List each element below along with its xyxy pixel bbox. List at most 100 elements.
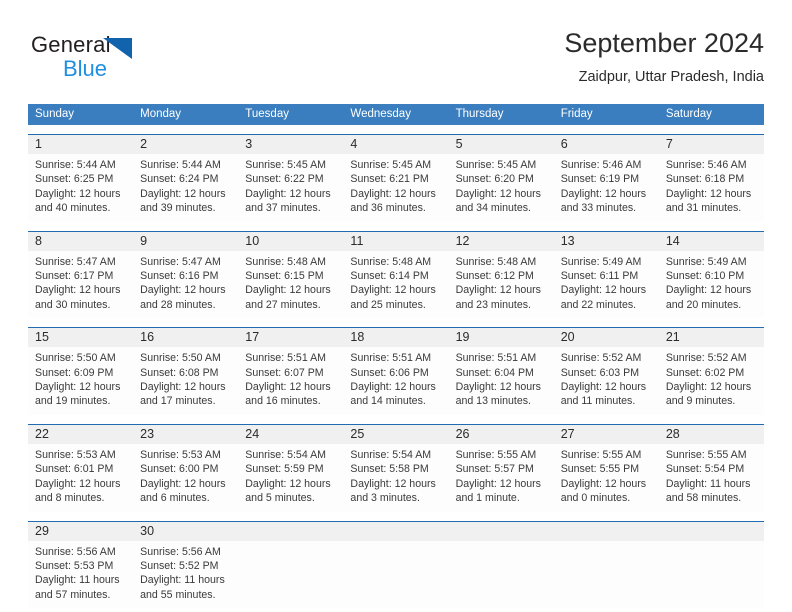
day-number[interactable]: 22 (28, 425, 133, 444)
day-cell[interactable]: Sunrise: 5:56 AM Sunset: 5:53 PM Dayligh… (28, 541, 133, 609)
day-number[interactable]: 20 (554, 328, 659, 347)
daylight-text-line2: and 9 minutes. (665, 395, 736, 408)
sunset-text: Sunset: 5:55 PM (560, 463, 640, 476)
day-cell[interactable]: Sunrise: 5:55 AM Sunset: 5:55 PM Dayligh… (554, 444, 659, 512)
day-number[interactable]: 24 (238, 425, 343, 444)
day-cell[interactable]: Sunrise: 5:55 AM Sunset: 5:54 PM Dayligh… (659, 444, 764, 512)
day-number[interactable]: 30 (133, 522, 238, 541)
daylight-text-line1: Daylight: 12 hours (665, 381, 752, 394)
day-number[interactable]: 12 (449, 232, 554, 251)
general-blue-logo: General Blue (31, 32, 181, 88)
day-number[interactable]: 21 (659, 328, 764, 347)
day-cell[interactable]: Sunrise: 5:50 AM Sunset: 6:08 PM Dayligh… (133, 347, 238, 415)
daylight-text-line1: Daylight: 12 hours (245, 477, 331, 490)
day-number[interactable]: 29 (28, 522, 133, 541)
day-cell[interactable]: Sunrise: 5:51 AM Sunset: 6:04 PM Dayligh… (449, 347, 554, 415)
sunset-text: Sunset: 6:22 PM (245, 173, 324, 186)
day-number[interactable]: 7 (659, 135, 764, 154)
sunset-text: Sunset: 6:10 PM (665, 270, 745, 283)
daylight-text-line2: and 14 minutes. (350, 395, 426, 408)
daylight-text-line2: and 5 minutes. (245, 492, 315, 505)
logo-text-general: General (31, 32, 111, 57)
day-cell[interactable]: Sunrise: 5:54 AM Sunset: 5:59 PM Dayligh… (238, 444, 343, 512)
week-row: 29 30 Sunrise: 5:56 AM Sunset: 5:53 PM D… (28, 520, 764, 609)
day-cell[interactable]: Sunrise: 5:54 AM Sunset: 5:58 PM Dayligh… (343, 444, 448, 512)
day-cell[interactable]: Sunrise: 5:48 AM Sunset: 6:12 PM Dayligh… (449, 251, 554, 319)
day-cell[interactable]: Sunrise: 5:44 AM Sunset: 6:24 PM Dayligh… (133, 154, 238, 222)
day-number[interactable]: 25 (343, 425, 448, 444)
day-cell[interactable]: Sunrise: 5:51 AM Sunset: 6:07 PM Dayligh… (238, 347, 343, 415)
day-cell[interactable]: Sunrise: 5:50 AM Sunset: 6:09 PM Dayligh… (28, 347, 133, 415)
sunrise-text: Sunrise: 5:47 AM (140, 255, 221, 268)
daylight-text-line1: Daylight: 12 hours (140, 284, 226, 297)
daylight-text-line2: and 28 minutes. (140, 298, 216, 311)
day-cell[interactable]: Sunrise: 5:52 AM Sunset: 6:03 PM Dayligh… (554, 347, 659, 415)
day-number[interactable]: 6 (554, 135, 659, 154)
day-cell[interactable]: Sunrise: 5:49 AM Sunset: 6:10 PM Dayligh… (659, 251, 764, 319)
sunset-text: Sunset: 5:58 PM (350, 463, 429, 476)
day-number[interactable]: 8 (28, 232, 133, 251)
day-number-empty (659, 522, 764, 541)
day-number[interactable]: 4 (343, 135, 448, 154)
day-number[interactable]: 14 (659, 232, 764, 251)
sunset-text: Sunset: 6:17 PM (35, 270, 114, 283)
day-number[interactable]: 13 (554, 232, 659, 251)
sunrise-text: Sunrise: 5:50 AM (140, 352, 221, 365)
day-cell[interactable]: Sunrise: 5:45 AM Sunset: 6:20 PM Dayligh… (449, 154, 554, 222)
day-cell[interactable]: Sunrise: 5:48 AM Sunset: 6:15 PM Dayligh… (238, 251, 343, 319)
day-number[interactable]: 2 (133, 135, 238, 154)
sunset-text: Sunset: 5:59 PM (245, 463, 324, 476)
sunset-text: Sunset: 6:01 PM (35, 463, 114, 476)
day-cell[interactable]: Sunrise: 5:44 AM Sunset: 6:25 PM Dayligh… (28, 154, 133, 222)
sunset-text: Sunset: 6:20 PM (455, 173, 534, 186)
day-number[interactable]: 26 (449, 425, 554, 444)
daylight-text-line2: and 58 minutes. (665, 492, 742, 505)
day-cell[interactable]: Sunrise: 5:48 AM Sunset: 6:14 PM Dayligh… (343, 251, 448, 319)
day-cell[interactable]: Sunrise: 5:46 AM Sunset: 6:18 PM Dayligh… (659, 154, 764, 222)
day-cell[interactable]: Sunrise: 5:53 AM Sunset: 6:00 PM Dayligh… (133, 444, 238, 512)
day-number-empty (343, 522, 448, 541)
day-cell[interactable]: Sunrise: 5:49 AM Sunset: 6:11 PM Dayligh… (554, 251, 659, 319)
day-number[interactable]: 9 (133, 232, 238, 251)
day-number[interactable]: 1 (28, 135, 133, 154)
day-cell[interactable]: Sunrise: 5:55 AM Sunset: 5:57 PM Dayligh… (449, 444, 554, 512)
day-cell[interactable]: Sunrise: 5:47 AM Sunset: 6:17 PM Dayligh… (28, 251, 133, 319)
sunset-text: Sunset: 5:57 PM (455, 463, 534, 476)
day-cell[interactable]: Sunrise: 5:53 AM Sunset: 6:01 PM Dayligh… (28, 444, 133, 512)
day-cell[interactable]: Sunrise: 5:56 AM Sunset: 5:52 PM Dayligh… (133, 541, 238, 609)
day-number[interactable]: 11 (343, 232, 448, 251)
day-number[interactable]: 27 (554, 425, 659, 444)
day-number[interactable]: 28 (659, 425, 764, 444)
day-cell[interactable]: Sunrise: 5:52 AM Sunset: 6:02 PM Dayligh… (659, 347, 764, 415)
daylight-text-line1: Daylight: 12 hours (455, 187, 541, 200)
day-number[interactable]: 3 (238, 135, 343, 154)
page-subtitle-location: Zaidpur, Uttar Pradesh, India (578, 69, 764, 85)
daylight-text-line2: and 30 minutes. (35, 298, 111, 311)
day-number[interactable]: 23 (133, 425, 238, 444)
daylight-text-line2: and 33 minutes. (560, 202, 637, 215)
daylight-text-line1: Daylight: 12 hours (350, 477, 436, 490)
daylight-text-line2: and 19 minutes. (35, 395, 111, 408)
week-row: 1 2 3 4 5 6 7 Sunrise: 5:44 AM Sunset: 6… (28, 134, 764, 222)
day-number[interactable]: 18 (343, 328, 448, 347)
day-cell[interactable]: Sunrise: 5:45 AM Sunset: 6:21 PM Dayligh… (343, 154, 448, 222)
day-cell[interactable]: Sunrise: 5:47 AM Sunset: 6:16 PM Dayligh… (133, 251, 238, 319)
sunset-text: Sunset: 6:06 PM (350, 366, 429, 379)
sunrise-text: Sunrise: 5:50 AM (35, 352, 116, 365)
day-number-empty (449, 522, 554, 541)
day-cell[interactable]: Sunrise: 5:46 AM Sunset: 6:19 PM Dayligh… (554, 154, 659, 222)
sunrise-text: Sunrise: 5:51 AM (455, 352, 537, 365)
sunset-text: Sunset: 6:18 PM (665, 173, 745, 186)
day-number[interactable]: 16 (133, 328, 238, 347)
daylight-text-line2: and 8 minutes. (35, 492, 105, 505)
day-cell[interactable]: Sunrise: 5:51 AM Sunset: 6:06 PM Dayligh… (343, 347, 448, 415)
day-number[interactable]: 15 (28, 328, 133, 347)
sunrise-text: Sunrise: 5:47 AM (35, 255, 116, 268)
day-number[interactable]: 10 (238, 232, 343, 251)
sunrise-text: Sunrise: 5:51 AM (245, 352, 326, 365)
day-number[interactable]: 17 (238, 328, 343, 347)
day-number[interactable]: 5 (449, 135, 554, 154)
day-number[interactable]: 19 (449, 328, 554, 347)
day-cell[interactable]: Sunrise: 5:45 AM Sunset: 6:22 PM Dayligh… (238, 154, 343, 222)
daylight-text-line2: and 20 minutes. (665, 298, 742, 311)
